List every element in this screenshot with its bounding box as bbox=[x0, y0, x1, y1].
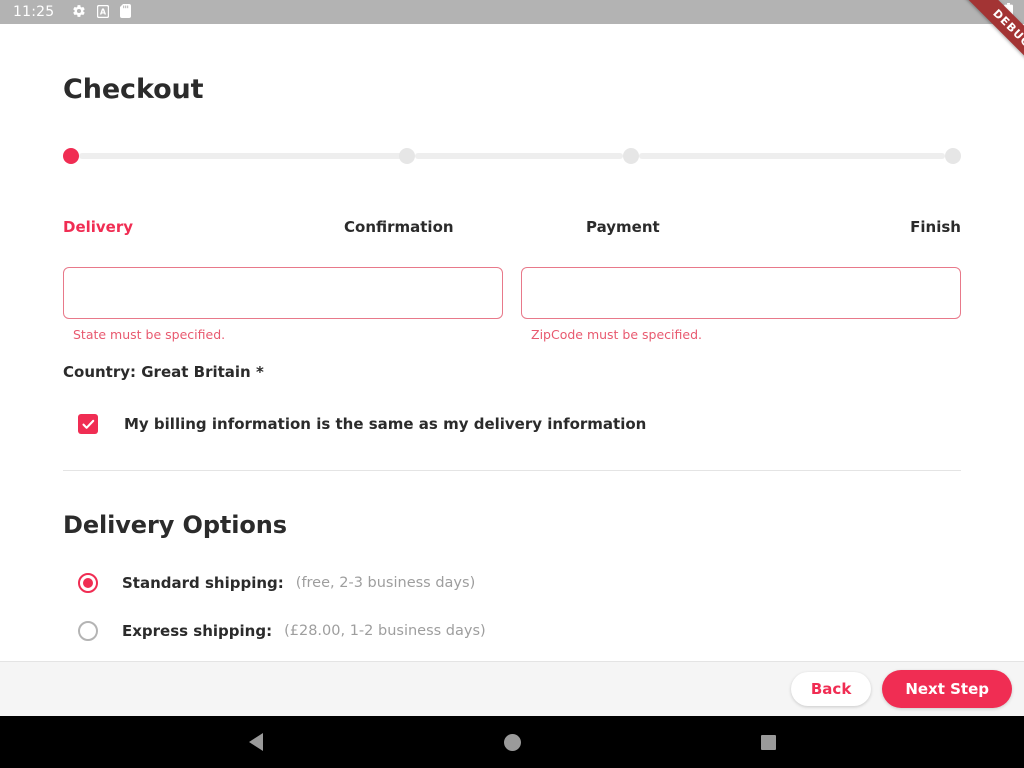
home-icon[interactable] bbox=[503, 733, 521, 751]
wifi-icon bbox=[979, 3, 995, 22]
stepper-node-confirmation[interactable] bbox=[399, 148, 415, 164]
android-navigation-bar bbox=[0, 716, 1024, 768]
back-icon[interactable] bbox=[249, 733, 263, 751]
zipcode-field-group: ZipCode must be specified. bbox=[521, 267, 961, 342]
status-bar-left-icons: A bbox=[72, 3, 132, 22]
stepper-line-0-1 bbox=[79, 153, 407, 159]
android-app-screen: 11:25 A DEBUG Checkout Delivery Confirma… bbox=[0, 0, 1024, 768]
stepper-label-delivery[interactable]: Delivery bbox=[63, 218, 133, 236]
state-input[interactable] bbox=[63, 267, 503, 319]
stepper-labels: Delivery Confirmation Payment Finish bbox=[63, 218, 961, 240]
checkout-stepper bbox=[63, 145, 961, 167]
status-bar-clock: 11:25 bbox=[13, 4, 55, 20]
radio-dot-icon bbox=[83, 578, 93, 588]
standard-shipping-detail: (free, 2-3 business days) bbox=[295, 575, 476, 591]
express-shipping-name: Express shipping: bbox=[122, 622, 273, 640]
billing-same-label: My billing information is the same as my… bbox=[124, 415, 647, 433]
delivery-option-standard[interactable]: Standard shipping: (free, 2-3 business d… bbox=[78, 573, 475, 593]
delivery-option-express[interactable]: Express shipping: (£28.00, 1-2 business … bbox=[78, 621, 486, 641]
stepper-label-finish[interactable]: Finish bbox=[910, 218, 961, 236]
stepper-label-confirmation[interactable]: Confirmation bbox=[344, 218, 454, 236]
recents-icon[interactable] bbox=[760, 734, 776, 750]
billing-same-checkbox[interactable] bbox=[78, 414, 98, 434]
zipcode-error-text: ZipCode must be specified. bbox=[531, 327, 702, 342]
zipcode-input[interactable] bbox=[521, 267, 961, 319]
stepper-label-payment[interactable]: Payment bbox=[586, 218, 660, 236]
radio-express-shipping[interactable] bbox=[78, 621, 98, 641]
keyboard-a-icon: A bbox=[97, 3, 110, 22]
country-label: Country: Great Britain * bbox=[63, 363, 264, 381]
nav-recents-slot[interactable] bbox=[640, 734, 896, 750]
next-step-button[interactable]: Next Step bbox=[882, 670, 1012, 708]
state-error-text: State must be specified. bbox=[73, 327, 226, 342]
standard-shipping-name: Standard shipping: bbox=[122, 574, 284, 592]
battery-icon bbox=[1004, 2, 1013, 22]
stepper-line-seg3 bbox=[639, 153, 945, 159]
svg-text:A: A bbox=[100, 7, 107, 16]
nav-home-slot[interactable] bbox=[384, 733, 640, 751]
gear-icon bbox=[72, 3, 86, 22]
checkmark-icon bbox=[81, 419, 95, 430]
stepper-node-payment[interactable] bbox=[623, 148, 639, 164]
sd-card-icon bbox=[120, 3, 132, 22]
status-bar-right-icons bbox=[979, 0, 1013, 24]
checkout-content: Checkout Delivery Confirmation Payment F… bbox=[0, 24, 1024, 661]
state-field-group: State must be specified. bbox=[63, 267, 503, 342]
express-shipping-detail: (£28.00, 1-2 business days) bbox=[284, 623, 486, 639]
stepper-line-seg2 bbox=[415, 153, 623, 159]
stepper-node-delivery[interactable] bbox=[63, 148, 79, 164]
radio-standard-shipping[interactable] bbox=[78, 573, 98, 593]
checkout-action-bar: Back Next Step bbox=[0, 661, 1024, 716]
stepper-node-finish[interactable] bbox=[945, 148, 961, 164]
page-title: Checkout bbox=[63, 74, 204, 105]
section-divider bbox=[63, 470, 961, 471]
delivery-options-title: Delivery Options bbox=[63, 511, 287, 539]
back-button[interactable]: Back bbox=[790, 672, 872, 706]
billing-same-checkbox-row[interactable]: My billing information is the same as my… bbox=[78, 414, 646, 434]
nav-back-slot[interactable] bbox=[128, 733, 384, 751]
android-status-bar: 11:25 A bbox=[0, 0, 1024, 24]
